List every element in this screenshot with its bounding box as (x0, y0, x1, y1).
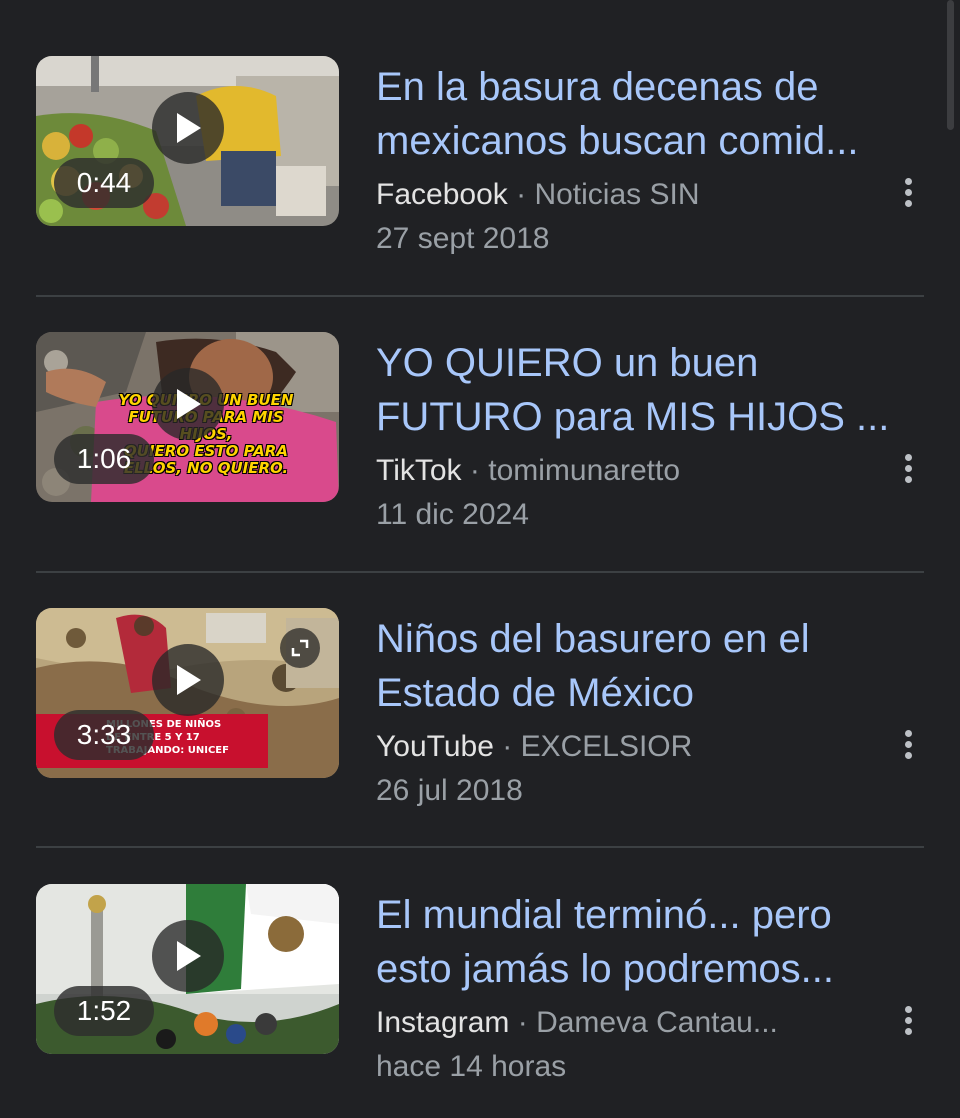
video-result[interactable]: 0:44 En la basura decenas de mexicanos b… (36, 56, 924, 296)
title-line: FUTURO para MIS HIJOS ... (376, 395, 890, 439)
duration-badge: 3:33 (54, 710, 154, 760)
video-thumbnail[interactable]: 1:52 (36, 884, 339, 1054)
channel-name: Dameva Cantau... (536, 1006, 778, 1039)
play-icon[interactable] (152, 920, 224, 992)
source-name: YouTube (376, 730, 494, 763)
separator: · (516, 178, 527, 211)
play-icon[interactable] (152, 92, 224, 164)
publish-date: 26 jul 2018 (376, 774, 523, 807)
separator: · (517, 1006, 528, 1039)
more-options-icon[interactable] (896, 724, 920, 764)
title-line: mexicanos buscan comid... (376, 119, 859, 163)
video-result[interactable]: YO QUIERO UN BUEN FUTURO PARA MIS HIJOS,… (36, 332, 924, 572)
publish-date: hace 14 horas (376, 1050, 567, 1083)
video-title-link[interactable]: En la basura decenas de mexicanos buscan… (376, 60, 924, 168)
more-options-icon[interactable] (896, 1000, 920, 1040)
video-thumbnail[interactable]: YO QUIERO UN BUEN FUTURO PARA MIS HIJOS,… (36, 332, 339, 502)
video-source-line: Instagram · Dameva Cantau... (376, 1002, 846, 1044)
video-source-line: YouTube · EXCELSIOR (376, 726, 846, 768)
divider (36, 846, 924, 848)
channel-name: Noticias SIN (534, 178, 700, 211)
video-title-link[interactable]: YO QUIERO un buen FUTURO para MIS HIJOS … (376, 336, 924, 444)
video-source-line: TikTok · tomimunaretto (376, 450, 846, 492)
title-line: esto jamás lo podremos... (376, 947, 834, 991)
source-name: TikTok (376, 454, 462, 487)
play-icon[interactable] (152, 644, 224, 716)
title-line: En la basura decenas de (376, 65, 819, 109)
duration-badge: 1:06 (54, 434, 154, 484)
play-icon[interactable] (152, 368, 224, 440)
video-title-link[interactable]: Niños del basurero en el Estado de Méxic… (376, 612, 924, 720)
video-source-line: Facebook · Noticias SIN (376, 174, 846, 216)
title-line: YO QUIERO un buen (376, 341, 759, 385)
title-line: Niños del basurero en el (376, 617, 810, 661)
expand-icon (280, 628, 320, 668)
scrollbar[interactable] (947, 0, 954, 130)
video-thumbnail[interactable]: 0:44 (36, 56, 339, 226)
video-results-page: 0:44 En la basura decenas de mexicanos b… (0, 0, 960, 1118)
video-title-link[interactable]: El mundial terminó... pero esto jamás lo… (376, 888, 924, 996)
title-line: El mundial terminó... pero (376, 893, 832, 937)
more-options-icon[interactable] (896, 172, 920, 212)
channel-name: EXCELSIOR (520, 730, 693, 763)
divider (36, 571, 924, 573)
separator: · (469, 454, 480, 487)
divider (36, 295, 924, 297)
publish-date: 27 sept 2018 (376, 222, 550, 255)
video-result[interactable]: MILLONES DE NIÑOS DE ENTRE 5 Y 17 TRABAJ… (36, 608, 924, 848)
publish-date: 11 dic 2024 (376, 498, 529, 531)
title-line: Estado de México (376, 671, 694, 715)
more-options-icon[interactable] (896, 448, 920, 488)
duration-badge: 1:52 (54, 986, 154, 1036)
video-thumbnail[interactable]: MILLONES DE NIÑOS DE ENTRE 5 Y 17 TRABAJ… (36, 608, 339, 778)
source-name: Facebook (376, 178, 508, 211)
channel-name: tomimunaretto (488, 454, 680, 487)
duration-badge: 0:44 (54, 158, 154, 208)
video-result[interactable]: 1:52 El mundial terminó... pero esto jam… (36, 884, 924, 1118)
source-name: Instagram (376, 1006, 510, 1039)
separator: · (502, 730, 513, 763)
